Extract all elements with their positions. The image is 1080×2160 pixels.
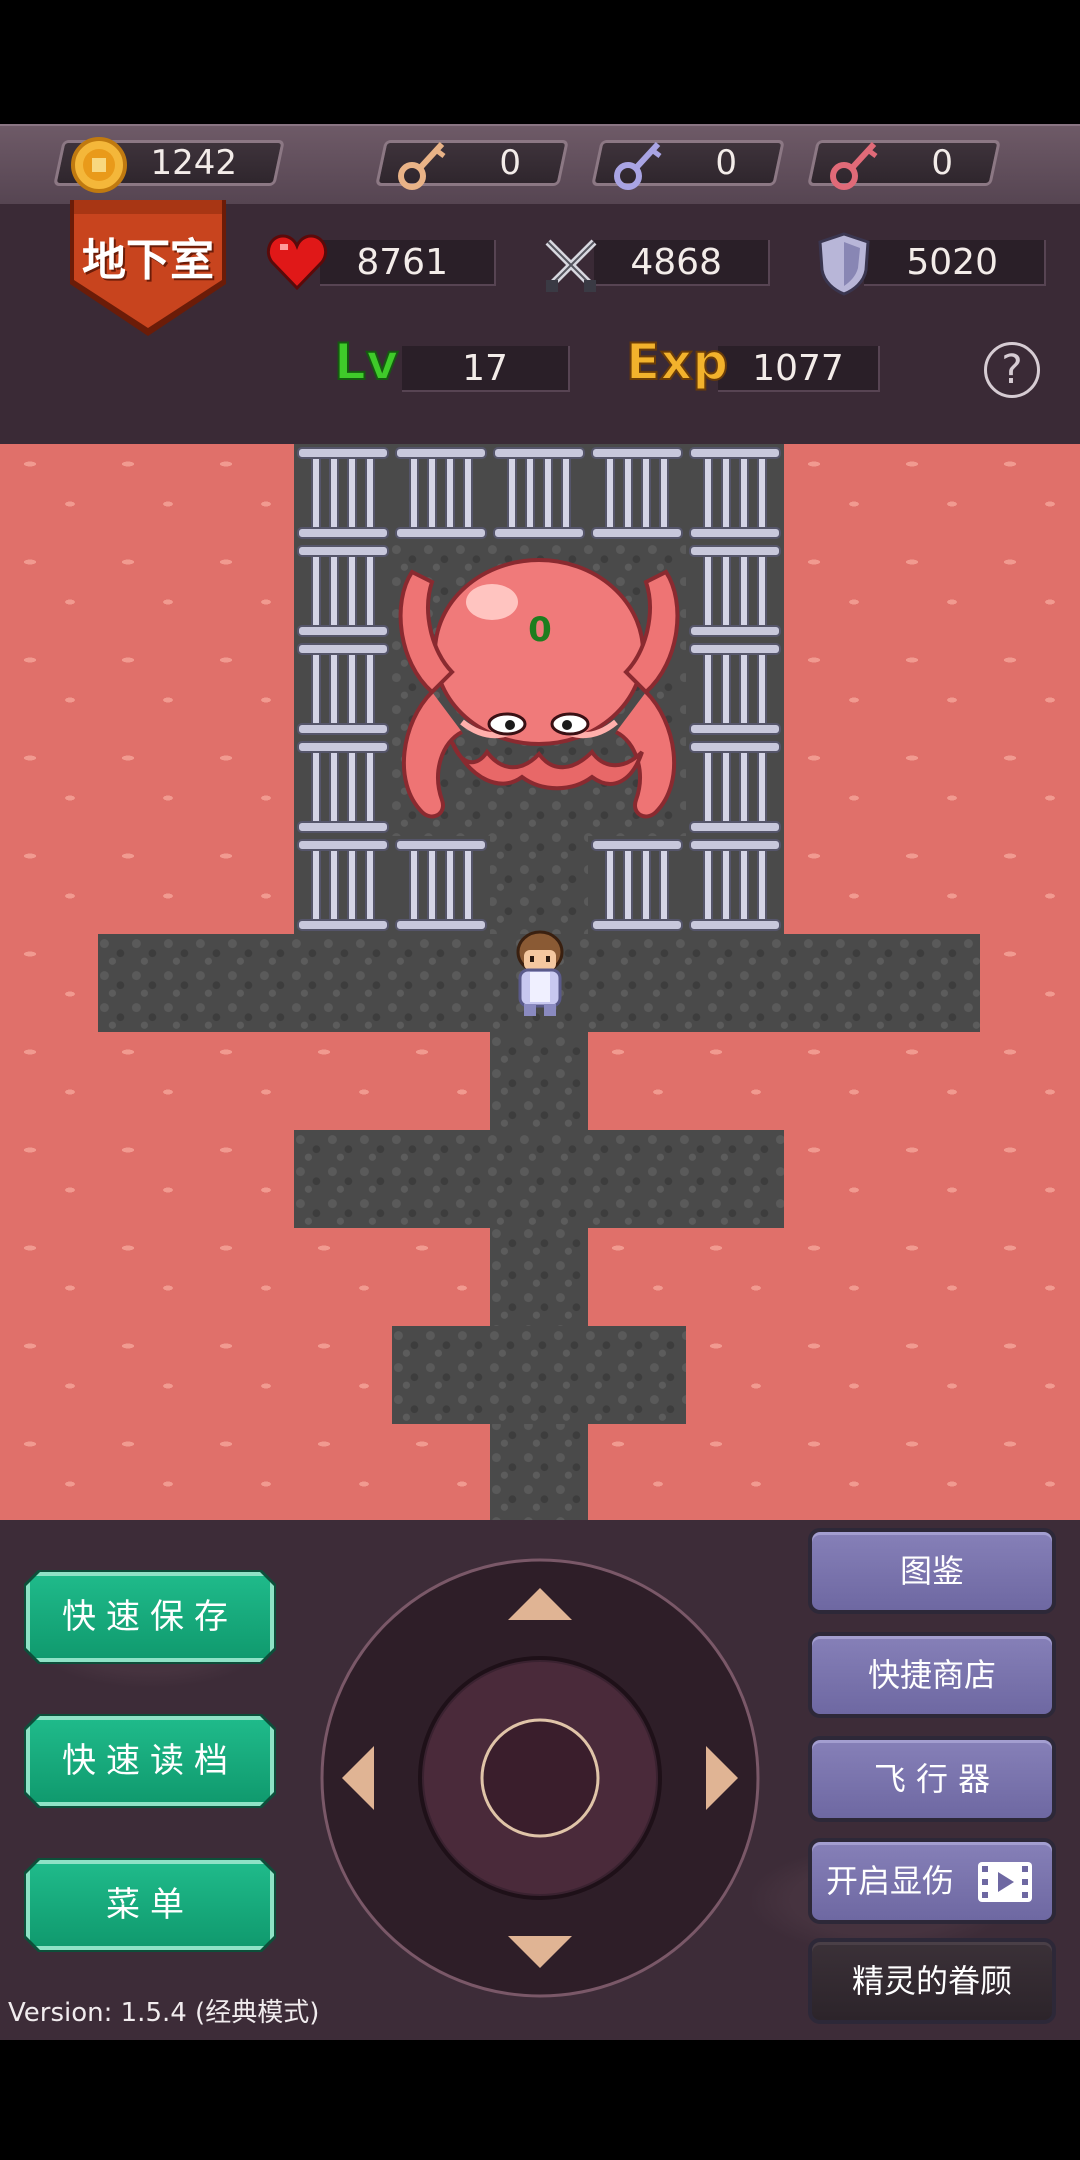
menu-button[interactable]: 菜单 [26, 1860, 274, 1950]
shield-icon [818, 232, 870, 296]
resource-bar: 1242 0 0 0 [0, 124, 1080, 204]
iron-bars-tile [588, 444, 686, 542]
monster-book-button[interactable]: 图鉴 [808, 1528, 1056, 1614]
exp-label: Exp [625, 333, 729, 391]
quick-save-button[interactable]: 快速保存 [26, 1572, 274, 1662]
game-board[interactable]: 0 [0, 444, 1080, 1520]
joystick-dpad[interactable] [318, 1556, 762, 2000]
iron-bars-tile [294, 836, 392, 934]
red-key-icon [830, 141, 878, 190]
quick-load-button[interactable]: 快速读档 [26, 1716, 274, 1806]
floor-name: 地下室 [82, 235, 214, 286]
crossed-swords-icon [545, 239, 597, 292]
defense-value: 5020 [864, 240, 1046, 286]
iron-bars-tile [686, 640, 784, 738]
quick-shop-button[interactable]: 快捷商店 [808, 1632, 1056, 1718]
iron-bars-tile [588, 836, 686, 934]
iron-bars-tile [294, 640, 392, 738]
heart-icon [267, 234, 327, 291]
exp-value: 1077 [718, 346, 880, 392]
iron-bars-tile [686, 444, 784, 542]
yellow-key-icon [398, 141, 446, 190]
iron-bars-tile [686, 738, 784, 836]
iron-bars-tile [686, 542, 784, 640]
iron-bars-tile [294, 444, 392, 542]
iron-bars-tile [490, 444, 588, 542]
iron-bars-tile [392, 444, 490, 542]
show-damage-label: 开启显伤 [826, 1862, 955, 1900]
octopus-boss-icon[interactable] [392, 542, 686, 836]
level-label: Lv [333, 333, 399, 391]
fly-button[interactable]: 飞 行 器 [808, 1736, 1056, 1822]
show-damage-button[interactable]: 开启显伤 [808, 1838, 1056, 1924]
floor-banner: 地下室 [70, 200, 226, 340]
iron-bars-tile [686, 836, 784, 934]
iron-bars-tile [294, 542, 392, 640]
help-button[interactable]: ? [984, 342, 1040, 398]
floor-tile [294, 1130, 784, 1228]
attack-value: 4868 [594, 240, 770, 286]
iron-bars-tile [294, 738, 392, 836]
level-value: 17 [402, 346, 570, 392]
hero-sprite-icon [516, 930, 564, 1016]
hp-value: 8761 [320, 240, 496, 286]
fairy-blessing-button[interactable]: 精灵的眷顾 [808, 1938, 1056, 2024]
floor-tile [490, 1032, 588, 1520]
version-label: Version: 1.5.4 (经典模式) [8, 1998, 320, 2028]
boss-damage-label: 0 [528, 610, 552, 650]
floor-tile [392, 1326, 686, 1424]
video-ad-icon [978, 1862, 1032, 1902]
blue-key-icon [614, 141, 662, 190]
gold-coin-icon [71, 137, 127, 193]
iron-bars-tile [392, 836, 490, 934]
